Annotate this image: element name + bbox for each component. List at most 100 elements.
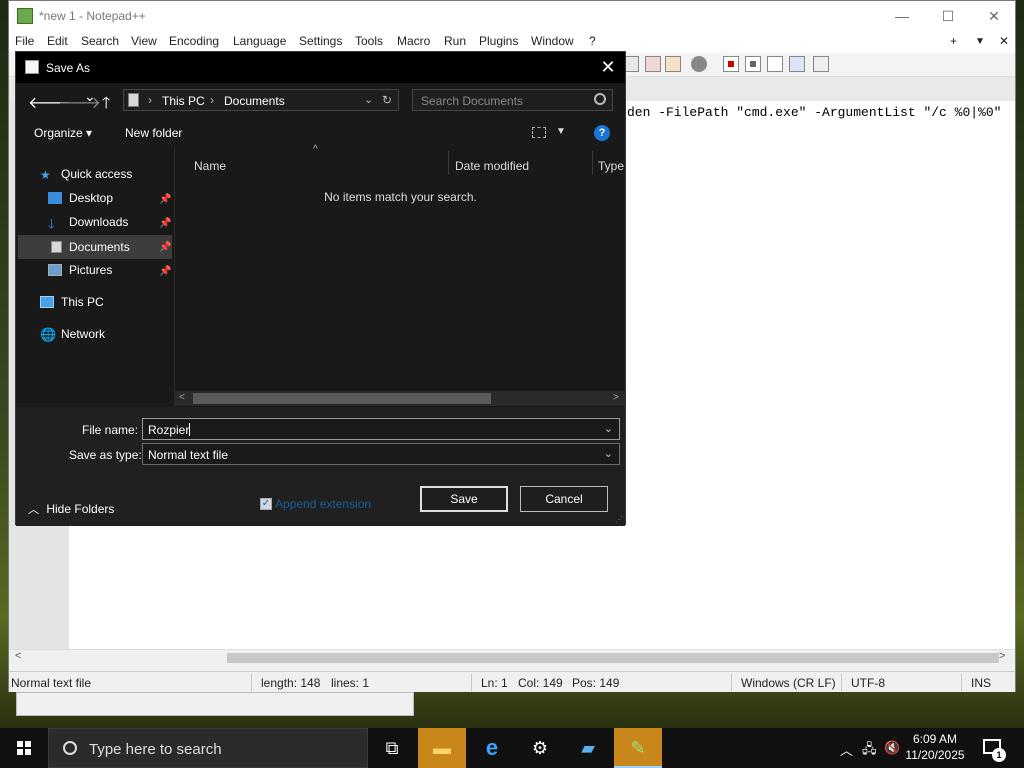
pin-icon: 📌 xyxy=(159,194,172,205)
recent-locations-chevron-icon[interactable]: ⌄ xyxy=(84,88,96,105)
internet-explorer-button[interactable]: e xyxy=(468,728,516,768)
close-button[interactable]: ✕ xyxy=(971,1,1017,31)
column-type[interactable]: Type xyxy=(598,159,624,173)
up-arrow-icon[interactable]: 🡑 xyxy=(102,92,110,119)
nav-quick-access[interactable]: ★ Quick access xyxy=(40,167,133,182)
star-icon: ★ xyxy=(40,168,51,182)
save-as-type-label: Save as type: xyxy=(69,448,142,462)
nav-documents[interactable]: Documents xyxy=(18,235,172,259)
play-macro-icon[interactable] xyxy=(767,56,783,72)
nav-network[interactable]: 🌐 Network xyxy=(40,327,105,342)
dialog-close-button[interactable]: ✕ xyxy=(597,56,619,78)
file-list-horizontal-scrollbar[interactable]: < > xyxy=(175,391,626,406)
view-options-chevron-icon[interactable]: ▼ xyxy=(556,126,566,137)
column-separator[interactable] xyxy=(592,151,593,175)
network-icon[interactable]: 🖧 xyxy=(862,740,877,762)
computer-icon xyxy=(40,296,54,308)
notepadpp-taskbar-button[interactable]: ✎ xyxy=(614,728,662,768)
menu-language[interactable]: Language xyxy=(233,34,286,48)
file-name-dropdown-icon[interactable]: ⌄ xyxy=(604,422,613,435)
scroll-right-icon[interactable]: > xyxy=(613,392,619,403)
nav-pictures[interactable]: Pictures xyxy=(48,263,112,277)
task-view-button[interactable]: ⧉ xyxy=(368,728,416,768)
volume-muted-icon[interactable]: 🔇 xyxy=(884,740,900,756)
scroll-left-icon[interactable]: < xyxy=(179,392,185,403)
nav-desktop[interactable]: Desktop xyxy=(48,191,113,205)
new-tab-plus-icon[interactable]: + xyxy=(950,34,957,48)
save-as-type-dropdown-icon[interactable]: ⌄ xyxy=(604,447,613,460)
hide-folders-button[interactable]: ︿ Hide Folders xyxy=(28,501,114,517)
file-list-pane[interactable]: ^ Name Date modified Type No items match… xyxy=(174,144,626,407)
menu-help[interactable]: ? xyxy=(589,34,596,48)
editor-horizontal-scrollbar[interactable]: < > xyxy=(9,649,1015,665)
append-extension-label[interactable]: Append extension xyxy=(275,497,371,511)
maximize-button[interactable]: ☐ xyxy=(925,1,971,31)
run-multiple-macro-icon[interactable] xyxy=(789,56,805,72)
taskbar-search-box[interactable]: Type here to search xyxy=(48,728,368,768)
minimize-button[interactable]: — xyxy=(879,1,925,31)
show-hidden-icons-chevron-icon[interactable]: ︿ xyxy=(840,740,853,759)
toolbar-record-placeholder-icon[interactable] xyxy=(691,56,707,72)
toolbar-replace-icon[interactable] xyxy=(645,56,661,72)
search-icon[interactable] xyxy=(594,93,606,105)
stop-macro-icon[interactable] xyxy=(745,56,761,72)
nav-downloads[interactable]: 🡓 Downloads xyxy=(48,215,128,231)
column-date-modified[interactable]: Date modified xyxy=(455,159,529,173)
organize-button[interactable]: Organize ▾ xyxy=(34,126,92,140)
file-name-input[interactable]: Rozpier ⌄ xyxy=(142,418,620,440)
menu-run[interactable]: Run xyxy=(444,34,466,48)
breadcrumb-chevron-icon[interactable]: › xyxy=(148,93,152,107)
toolbar-folder-icon[interactable] xyxy=(665,56,681,72)
refresh-icon[interactable]: ↻ xyxy=(382,93,392,107)
save-macro-icon[interactable] xyxy=(813,56,829,72)
taskbar-clock[interactable]: 6:09 AM 11/20/2025 xyxy=(905,731,965,763)
address-dropdown-icon[interactable]: ⌄ xyxy=(364,93,373,106)
new-folder-button[interactable]: New folder xyxy=(125,126,182,140)
network-globe-icon: 🌐 xyxy=(40,327,57,342)
nav-quick-access-label: Quick access xyxy=(61,167,133,181)
address-bar[interactable]: › This PC › Documents ⌄ ↻ xyxy=(123,89,399,111)
notification-count-badge: 1 xyxy=(992,748,1006,762)
close-tab-icon[interactable]: ✕ xyxy=(999,34,1009,48)
menu-tools[interactable]: Tools xyxy=(355,34,383,48)
scrollbar-thumb[interactable] xyxy=(227,653,999,663)
nav-this-pc[interactable]: This PC xyxy=(40,295,104,309)
breadcrumb-chevron-icon[interactable]: › xyxy=(210,93,214,107)
change-view-icon[interactable] xyxy=(532,127,546,138)
pictures-icon xyxy=(48,264,62,276)
breadcrumb-documents[interactable]: Documents xyxy=(224,94,285,108)
clock-time: 6:09 AM xyxy=(912,732,958,746)
scrollbar-thumb[interactable] xyxy=(193,393,491,404)
save-as-type-select[interactable]: Normal text file ⌄ xyxy=(142,443,620,465)
menu-encoding[interactable]: Encoding xyxy=(169,34,219,48)
npp-menubar: File Edit Search View Encoding Language … xyxy=(9,31,1015,53)
breadcrumb-this-pc[interactable]: This PC xyxy=(162,94,205,108)
menu-settings[interactable]: Settings xyxy=(299,34,342,48)
settings-button[interactable]: ⚙ xyxy=(516,728,564,768)
record-macro-icon[interactable] xyxy=(723,56,739,72)
pin-icon: 📌 xyxy=(159,218,172,229)
taskbar: Type here to search ⧉ ▬ e ⚙ ▰ ✎ ︿ 🖧 🔇 6:… xyxy=(0,728,1024,768)
menu-view[interactable]: View xyxy=(131,34,157,48)
scroll-left-icon[interactable]: < xyxy=(15,650,21,662)
menu-file[interactable]: File xyxy=(15,34,34,48)
column-name[interactable]: Name xyxy=(194,159,226,173)
tab-list-dropdown-icon[interactable]: ▼ xyxy=(975,36,985,47)
help-icon[interactable]: ? xyxy=(594,125,610,141)
cancel-button[interactable]: Cancel xyxy=(520,486,608,512)
menu-macro[interactable]: Macro xyxy=(397,34,430,48)
menu-window[interactable]: Window xyxy=(531,34,574,48)
menu-plugins[interactable]: Plugins xyxy=(479,34,518,48)
status-ln: Ln: 1 xyxy=(481,676,508,690)
save-button[interactable]: Save xyxy=(420,486,508,512)
search-field[interactable]: Search Documents xyxy=(412,89,613,111)
start-button[interactable] xyxy=(0,728,48,768)
menu-edit[interactable]: Edit xyxy=(47,34,68,48)
resize-grip-icon[interactable]: ⋰ xyxy=(615,515,623,524)
menu-search[interactable]: Search xyxy=(81,34,119,48)
scroll-right-icon[interactable]: > xyxy=(999,650,1005,662)
column-separator[interactable] xyxy=(448,151,449,175)
file-explorer-button[interactable]: ▬ xyxy=(418,728,466,768)
server-manager-button[interactable]: ▰ xyxy=(564,728,612,768)
append-extension-checkbox[interactable]: ✓ xyxy=(260,498,272,510)
